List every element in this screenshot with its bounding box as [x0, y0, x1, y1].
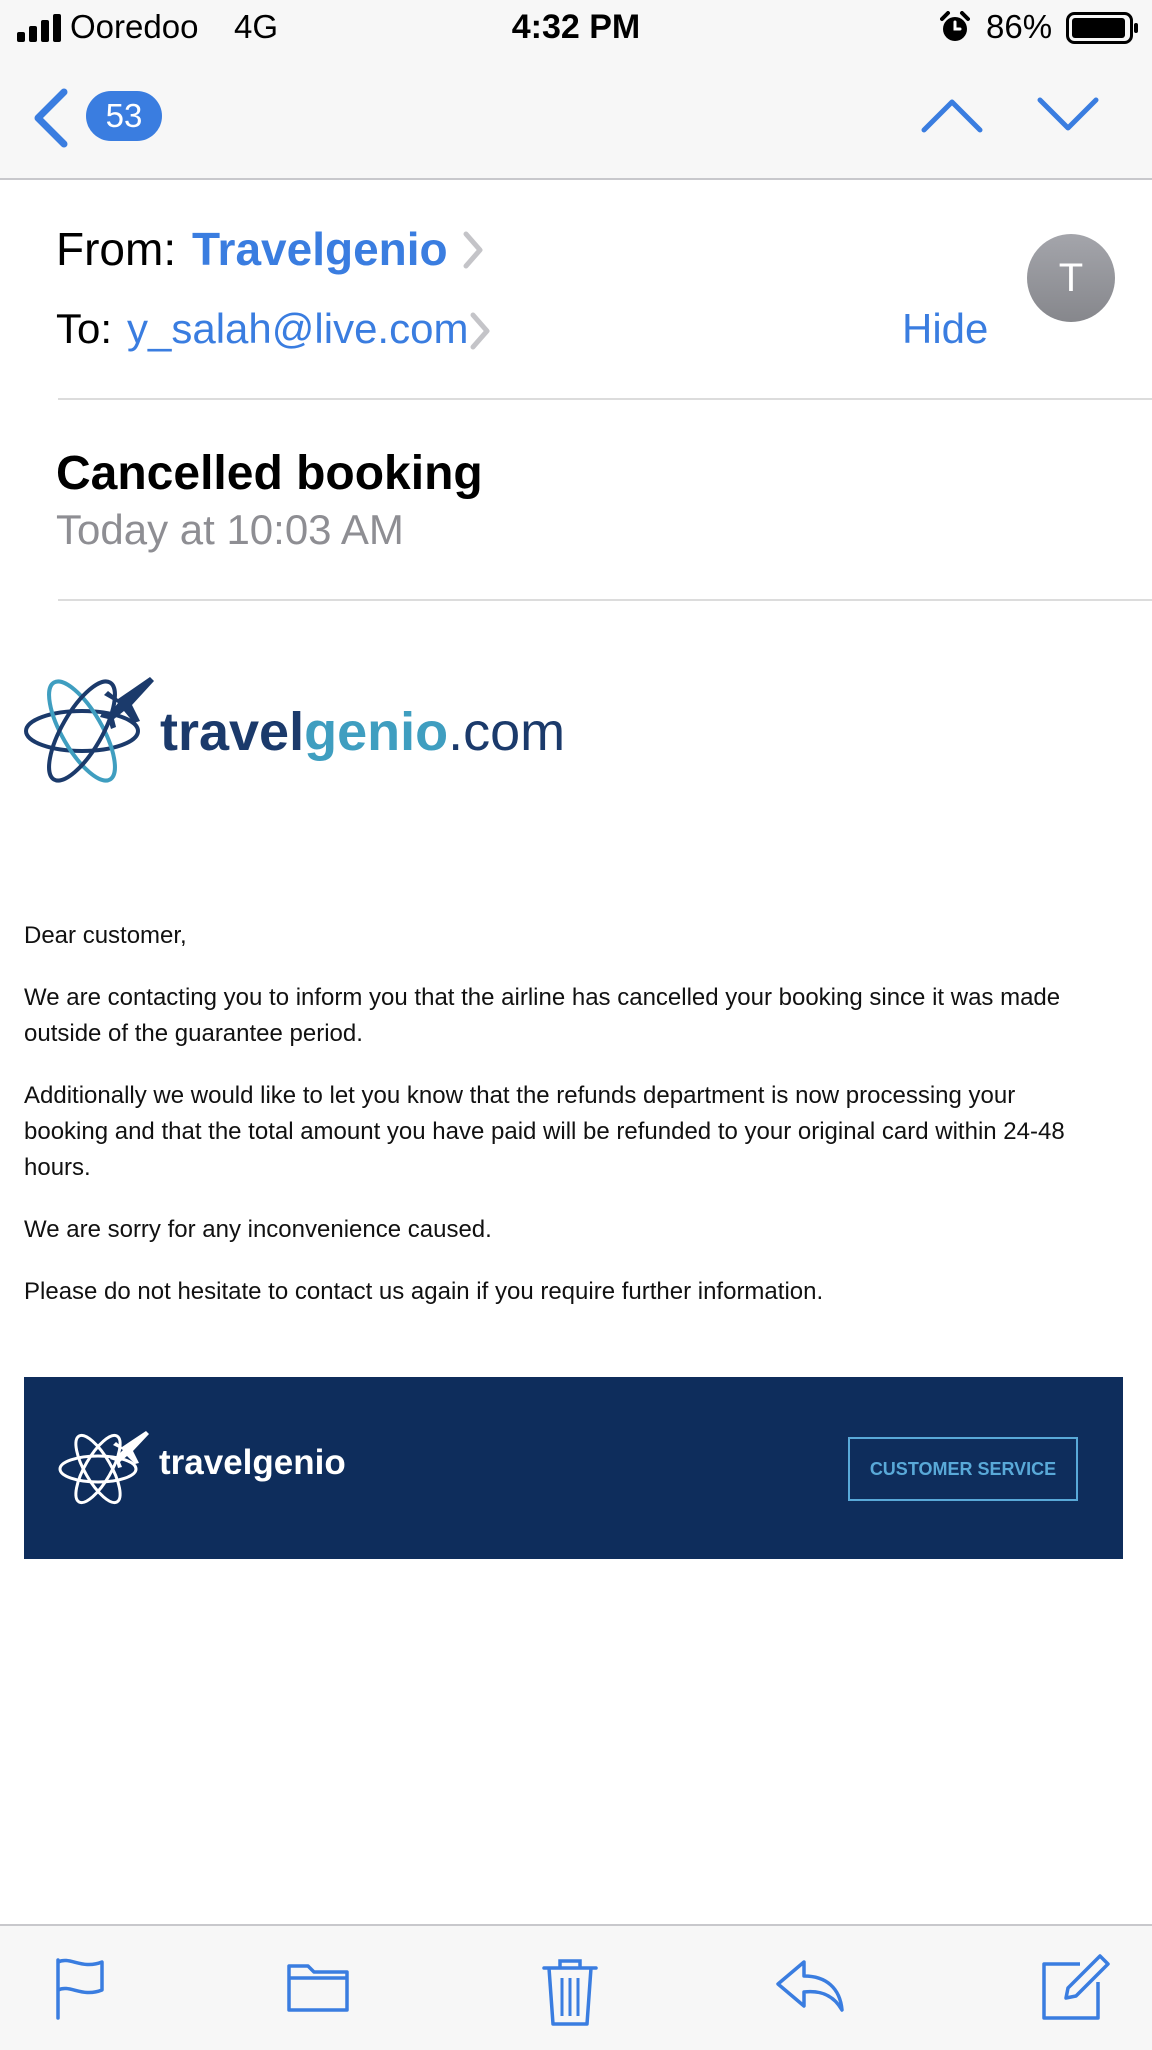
alarm-icon — [940, 11, 970, 41]
back-chevron-icon[interactable] — [30, 88, 70, 148]
flag-icon[interactable] — [52, 1956, 108, 2020]
down-chevron-icon[interactable] — [1036, 92, 1100, 136]
logo-text-genio: genio — [304, 702, 449, 762]
folder-icon[interactable] — [286, 1956, 350, 2016]
compose-icon[interactable] — [1040, 1950, 1112, 2022]
navigation-bar: 53 — [0, 58, 1152, 180]
battery-percentage: 86% — [986, 8, 1053, 45]
body-paragraph: Please do not hesitate to contact us aga… — [24, 1278, 824, 1305]
atom-plane-logo-icon — [24, 677, 154, 783]
sender-name[interactable]: Travelgenio — [192, 222, 448, 276]
battery-icon — [1066, 12, 1138, 44]
bottom-toolbar — [0, 1924, 1152, 2050]
status-bar: Ooredoo 4G 4:32 PM 86% — [0, 0, 1152, 58]
recipient-address[interactable]: y_salah@live.com — [127, 305, 468, 353]
footer-banner: travelgenio CUSTOMER SERVICE — [24, 1377, 1123, 1559]
chevron-right-icon[interactable] — [467, 311, 493, 351]
divider — [58, 599, 1152, 601]
logo-wordmark: travelgenio.com — [160, 701, 565, 763]
unread-count-badge[interactable]: 53 — [86, 91, 162, 141]
to-label: To: — [56, 305, 113, 352]
travelgenio-logo: travelgenio.com — [22, 655, 565, 805]
greeting: Dear customer, — [24, 922, 187, 949]
banner-brand-name: travelgenio — [159, 1443, 346, 1482]
trash-icon[interactable] — [540, 1956, 600, 2028]
email-subject: Cancelled booking — [56, 447, 483, 500]
customer-service-button[interactable]: CUSTOMER SERVICE — [848, 1437, 1078, 1501]
reply-icon[interactable] — [774, 1956, 846, 2016]
up-chevron-icon[interactable] — [920, 92, 984, 136]
avatar: T — [1027, 234, 1115, 322]
body-paragraph: We are contacting you to inform you that… — [24, 984, 1061, 1047]
body-paragraph: We are sorry for any inconvenience cause… — [24, 1216, 492, 1243]
logo-text-travel: travel — [160, 702, 305, 762]
atom-plane-logo-icon — [58, 1431, 149, 1505]
chevron-right-icon[interactable] — [460, 230, 486, 270]
email-body: Dear customer, We are contacting you to … — [24, 918, 1104, 1336]
from-label: From: — [56, 223, 177, 275]
hide-details-link[interactable]: Hide — [902, 305, 988, 353]
email-date: Today at 10:03 AM — [56, 506, 404, 553]
logo-text-com: .com — [448, 702, 566, 762]
body-paragraph: Additionally we would like to let you kn… — [24, 1082, 1065, 1181]
clock: 4:32 PM — [511, 8, 641, 46]
divider — [58, 398, 1152, 400]
